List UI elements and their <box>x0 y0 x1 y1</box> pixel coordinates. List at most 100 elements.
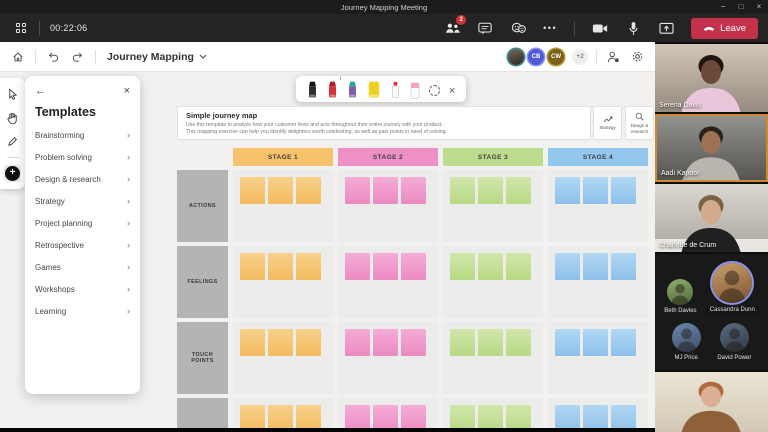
apps-icon[interactable] <box>13 20 29 36</box>
sticky-note[interactable] <box>401 253 426 280</box>
template-category[interactable]: Brainstorming› <box>35 124 130 146</box>
sticky-note[interactable] <box>373 253 398 280</box>
template-category[interactable]: Learning› <box>35 300 130 322</box>
template-category[interactable]: Retrospective› <box>35 234 130 256</box>
sticky-note[interactable] <box>555 405 580 428</box>
sticky-note[interactable] <box>240 177 265 204</box>
sticky-note[interactable] <box>268 329 293 356</box>
sticky-note[interactable] <box>555 177 580 204</box>
close-templates-button[interactable]: × <box>124 85 130 97</box>
board-title-menu[interactable]: Journey Mapping <box>107 51 207 63</box>
sticky-note[interactable] <box>373 405 398 428</box>
sticky-note[interactable] <box>401 405 426 428</box>
redo-button[interactable] <box>70 49 86 65</box>
stage-header[interactable]: STAGE 4 <box>548 148 648 166</box>
journey-cell[interactable] <box>548 246 648 318</box>
sticky-note[interactable] <box>296 329 321 356</box>
black-pen-tool[interactable] <box>307 79 318 99</box>
sticky-note[interactable] <box>450 253 475 280</box>
journey-cell[interactable] <box>233 398 333 428</box>
sticky-note[interactable] <box>240 253 265 280</box>
stage-header[interactable]: STAGE 3 <box>443 148 543 166</box>
template-category[interactable]: Design & research› <box>35 168 130 190</box>
sticky-note[interactable] <box>555 253 580 280</box>
sticky-note[interactable] <box>401 329 426 356</box>
lasso-select-tool[interactable] <box>429 79 440 99</box>
journey-cell[interactable] <box>233 246 333 318</box>
template-category[interactable]: Workshops› <box>35 278 130 300</box>
eraser-tool[interactable] <box>410 79 420 99</box>
journey-cell[interactable] <box>338 246 438 318</box>
sticky-note[interactable] <box>296 405 321 428</box>
sticky-note[interactable] <box>401 177 426 204</box>
template-category[interactable]: Problem solving› <box>35 146 130 168</box>
sticky-note[interactable] <box>478 177 503 204</box>
sticky-note[interactable] <box>478 405 503 428</box>
sticky-note[interactable] <box>268 405 293 428</box>
sticky-note[interactable] <box>240 405 265 428</box>
presence-avatar-photo[interactable] <box>508 49 524 65</box>
journey-cell[interactable] <box>338 398 438 428</box>
minimize-button[interactable]: − <box>714 0 732 14</box>
participant-video[interactable] <box>655 372 768 432</box>
journey-cell[interactable] <box>338 322 438 394</box>
audio-participant[interactable]: David Power <box>717 323 751 361</box>
sticky-note[interactable] <box>450 329 475 356</box>
journey-cell[interactable] <box>548 398 648 428</box>
audio-participants-tile[interactable]: Beth Davies Cassandra DunnMJ Price David P… <box>655 254 768 370</box>
sticky-note[interactable] <box>611 329 636 356</box>
sticky-note[interactable] <box>583 253 608 280</box>
highlighter-tool[interactable] <box>367 79 381 99</box>
more-options-button[interactable]: ••• <box>543 23 557 33</box>
chat-button[interactable] <box>477 20 493 36</box>
microphone-button[interactable] <box>625 20 641 36</box>
journey-cell[interactable] <box>338 170 438 242</box>
journey-cell[interactable] <box>233 322 333 394</box>
sticky-note[interactable] <box>506 405 531 428</box>
audio-participant[interactable]: Cassandra Dunn <box>706 263 759 314</box>
create-tool[interactable]: + <box>4 165 21 182</box>
template-category[interactable]: Project planning› <box>35 212 130 234</box>
whiteboard-canvas[interactable]: + ← × Templates Brainstorming›Problem so… <box>0 72 655 428</box>
participant-video[interactable]: Charlotte de Crum <box>655 184 768 252</box>
journey-cell[interactable] <box>548 322 648 394</box>
laser-pointer-tool[interactable] <box>390 79 401 99</box>
tag-design-research[interactable]: Design & research <box>625 106 654 140</box>
journey-cell[interactable] <box>443 246 543 318</box>
sticky-note[interactable] <box>373 177 398 204</box>
presence-overflow-badge[interactable]: +2 <box>572 49 588 65</box>
sticky-note[interactable] <box>268 177 293 204</box>
sticky-note[interactable] <box>583 405 608 428</box>
sticky-note[interactable] <box>240 329 265 356</box>
audio-participant[interactable]: Beth Davies <box>664 279 696 314</box>
sticky-note[interactable] <box>611 253 636 280</box>
galaxy-pen-tool[interactable] <box>347 79 358 99</box>
share-board-button[interactable] <box>605 49 621 65</box>
sticky-note[interactable] <box>345 405 370 428</box>
undo-button[interactable] <box>45 49 61 65</box>
journey-cell[interactable] <box>233 170 333 242</box>
presence-avatar[interactable]: CB <box>528 49 544 65</box>
template-category[interactable]: Games› <box>35 256 130 278</box>
row-label[interactable]: ACTIONS <box>177 170 228 242</box>
sticky-note[interactable] <box>296 177 321 204</box>
template-category[interactable]: Strategy› <box>35 190 130 212</box>
settings-button[interactable] <box>629 49 645 65</box>
sticky-note[interactable] <box>478 329 503 356</box>
sticky-note[interactable] <box>506 253 531 280</box>
reactions-button[interactable] <box>510 20 526 36</box>
sticky-note[interactable] <box>611 177 636 204</box>
sticky-note[interactable] <box>611 405 636 428</box>
stage-header[interactable]: STAGE 2 <box>338 148 438 166</box>
sticky-note[interactable] <box>450 405 475 428</box>
tag-strategy[interactable]: Strategy <box>593 106 622 140</box>
home-button[interactable] <box>10 49 26 65</box>
back-button[interactable]: ← <box>35 85 46 97</box>
participant-video[interactable]: Serena Davis <box>655 44 768 112</box>
presence-avatar[interactable]: CW <box>548 49 564 65</box>
sticky-note[interactable] <box>555 329 580 356</box>
sticky-note[interactable] <box>478 253 503 280</box>
sticky-note[interactable] <box>583 177 608 204</box>
audio-participant[interactable]: MJ Price <box>672 323 701 361</box>
sticky-note[interactable] <box>450 177 475 204</box>
